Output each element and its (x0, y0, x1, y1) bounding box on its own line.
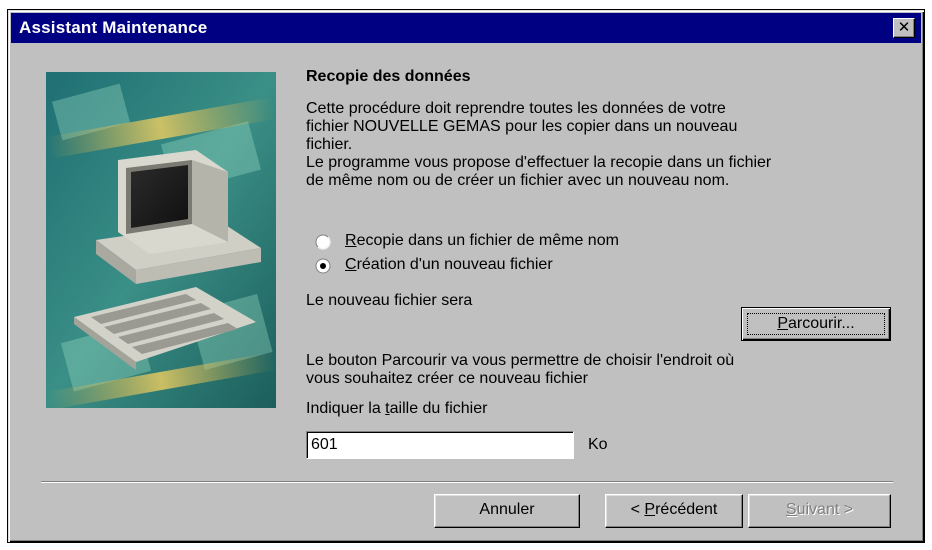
radio-selected-icon[interactable] (315, 258, 331, 274)
computer-keyboard-illustration (46, 72, 276, 408)
browse-hint-line-1: Le bouton Parcourir va vous permettre de… (306, 352, 735, 369)
browse-button[interactable]: Parcourir... (741, 307, 891, 341)
description-line-4: Le programme vous propose d'effectuer la… (306, 154, 772, 171)
size-label: Indiquer la taille du fichier (306, 400, 488, 417)
wizard-illustration (46, 72, 276, 408)
radio-unselected-icon[interactable] (315, 234, 331, 250)
window-title: Assistant Maintenance (19, 18, 208, 37)
radio-label-same-name: Recopie dans un fichier de même nom (345, 232, 619, 249)
size-unit: Ko (588, 436, 608, 453)
description-line-5: de même nom ou de créer un fichier avec … (306, 172, 730, 189)
browse-hint-line-2: vous souhaitez créer ce nouveau fichier (306, 370, 588, 387)
description-line-1: Cette procédure doit reprendre toutes le… (306, 100, 726, 117)
close-button[interactable]: ✕ (893, 18, 915, 38)
browse-button-focus: Parcourir... (747, 313, 885, 335)
next-button[interactable]: Suivant > (748, 494, 891, 528)
previous-button[interactable]: < Précédent (605, 494, 743, 528)
wizard-window: Assistant Maintenance ✕ Recopie des donn… (7, 9, 925, 543)
close-icon: ✕ (897, 19, 911, 36)
title-bar[interactable]: Assistant Maintenance ✕ (11, 13, 921, 43)
file-size-input[interactable] (306, 431, 574, 459)
description-line-3: fichier. (306, 136, 353, 153)
radio-label-new-file: Création d'un nouveau fichier (345, 256, 553, 273)
new-file-label: Le nouveau fichier sera (306, 292, 473, 309)
step-heading: Recopie des données (306, 68, 471, 85)
cancel-button[interactable]: Annuler (434, 494, 580, 528)
separator (41, 481, 893, 483)
description-line-2: fichier NOUVELLE GEMAS pour les copier d… (306, 118, 738, 135)
